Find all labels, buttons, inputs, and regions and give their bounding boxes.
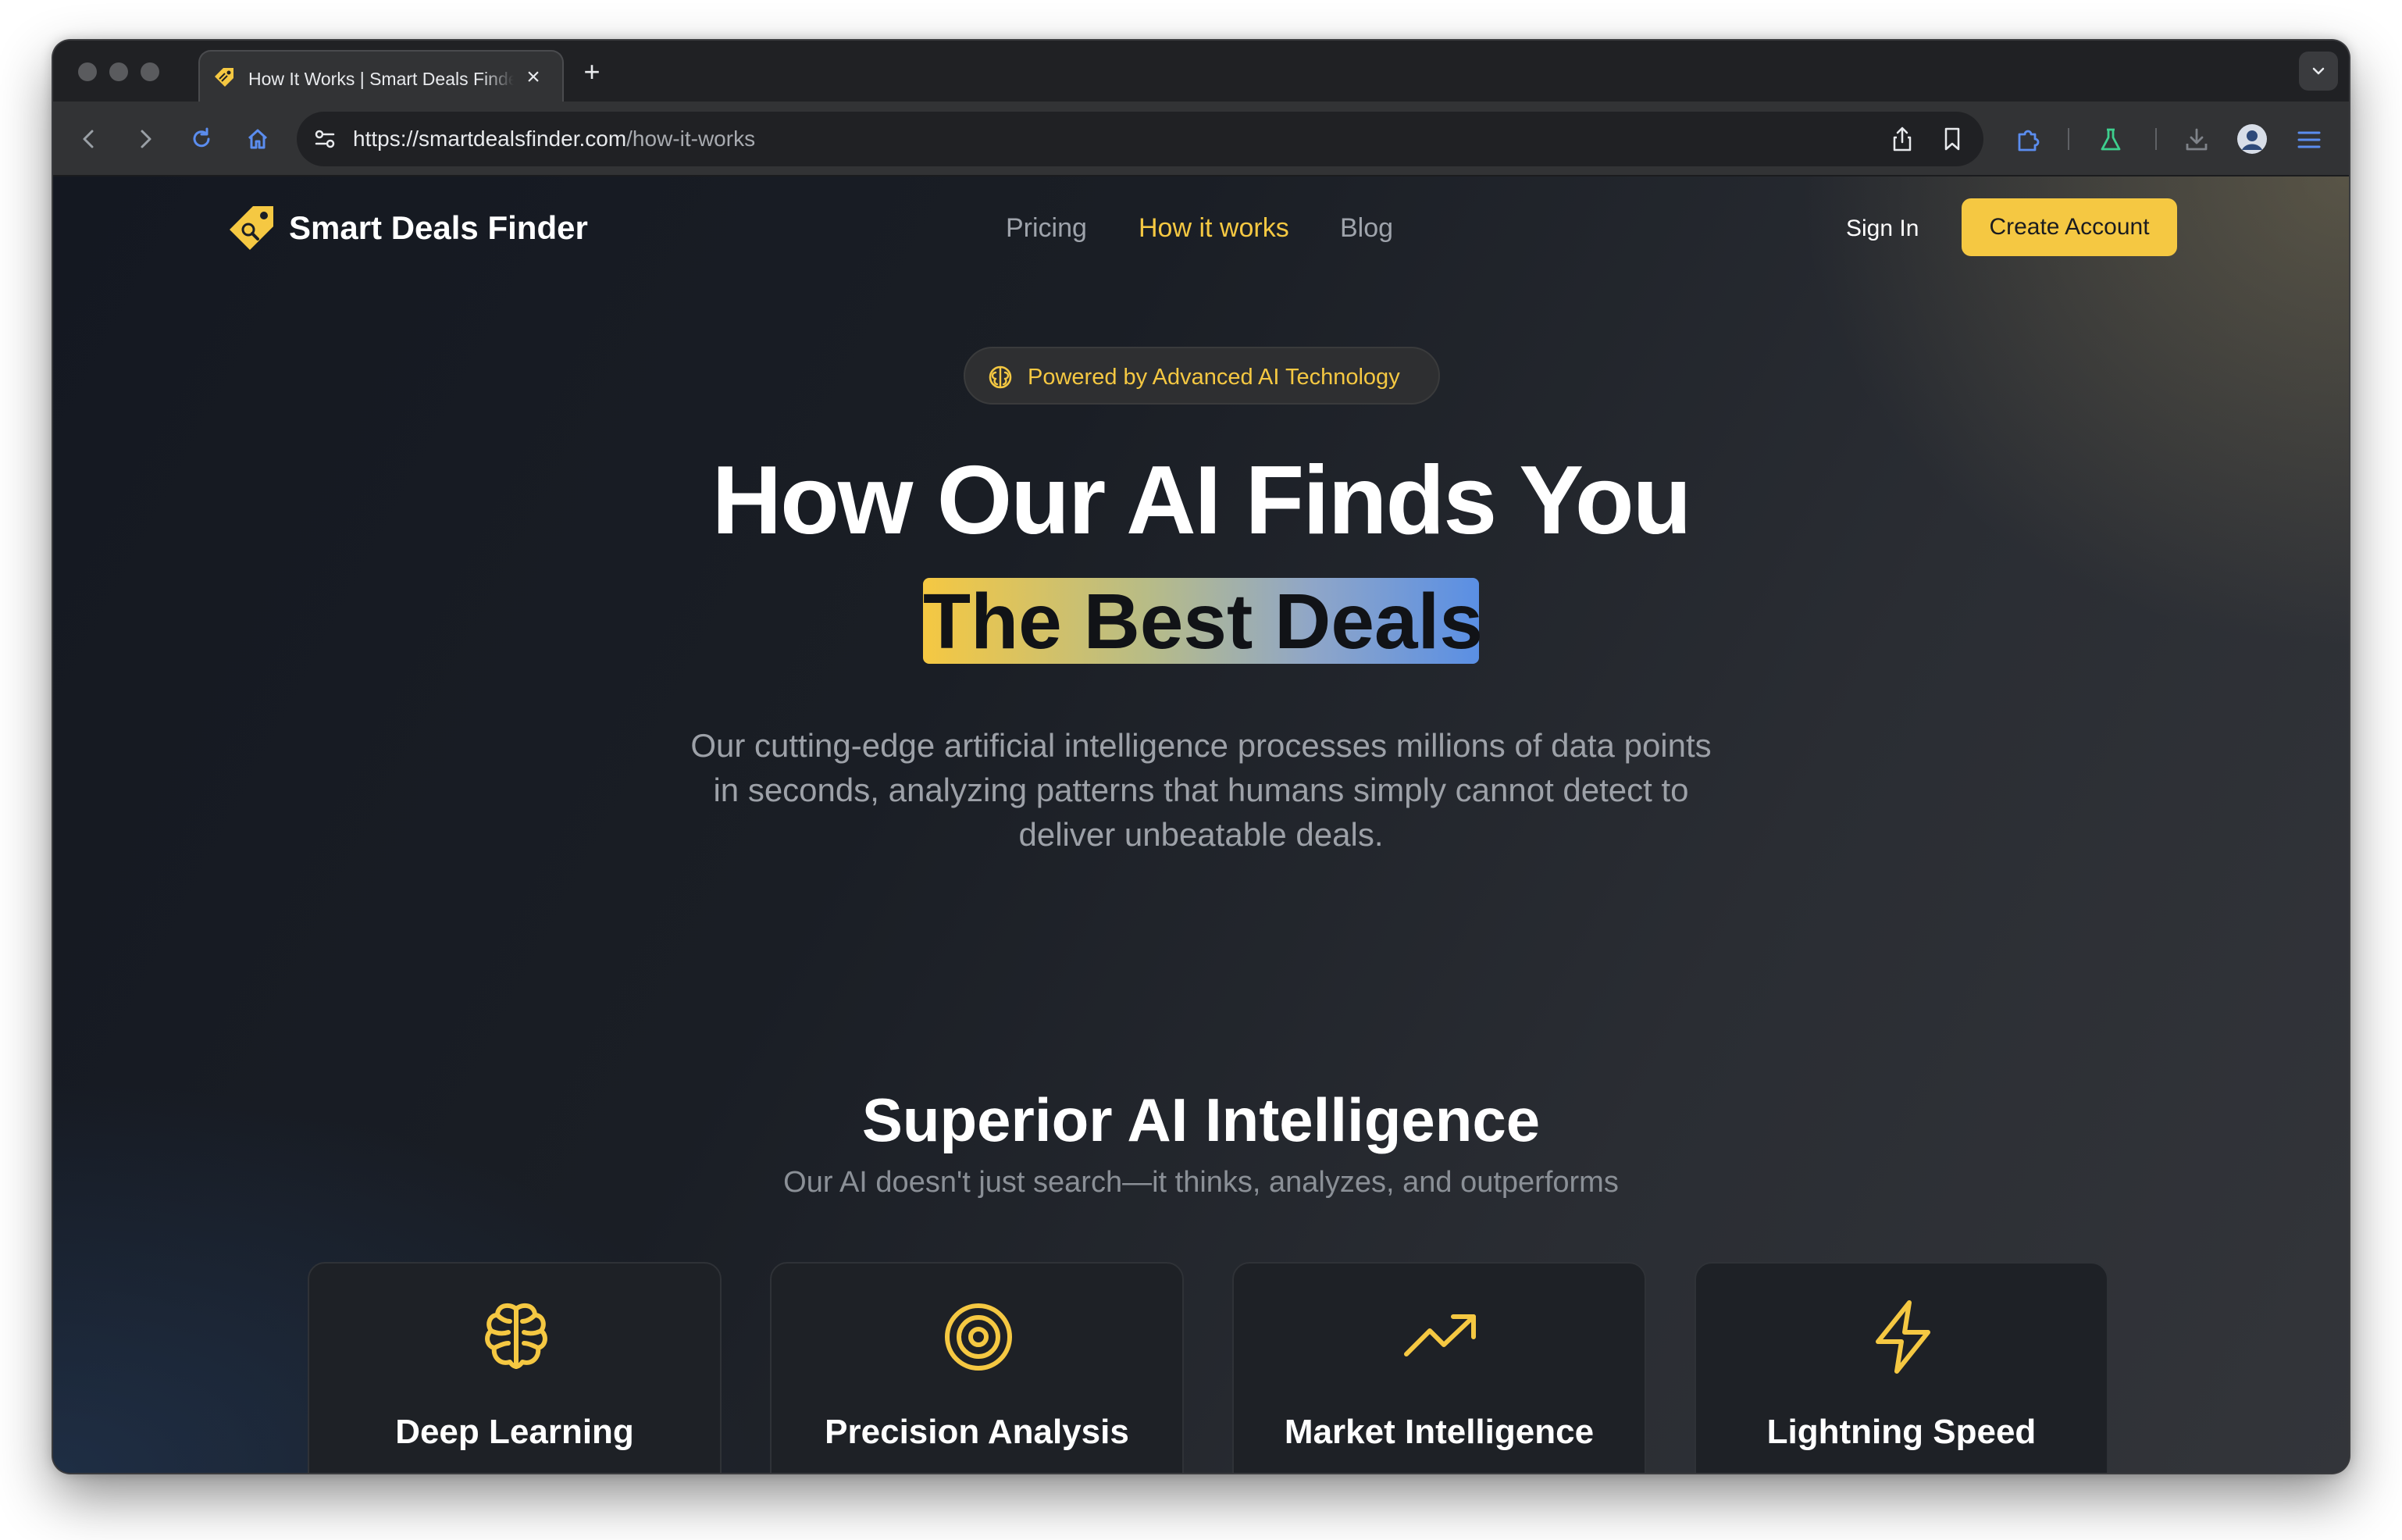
download-icon: [2186, 128, 2208, 151]
menu-icon: [2297, 131, 2321, 148]
sign-in-link[interactable]: Sign In: [1846, 212, 1919, 245]
nav-pricing[interactable]: Pricing: [1006, 211, 1087, 245]
ai-technology-badge: Powered by Advanced AI Technology: [964, 347, 1440, 405]
card-title: Lightning Speed: [1766, 1413, 2037, 1451]
lightning-icon: [1864, 1298, 1942, 1376]
chevron-down-icon: [2312, 67, 2325, 75]
share-icon[interactable]: [1888, 125, 1916, 153]
address-bar[interactable]: https://smartdealsfinder.com/how-it-work…: [297, 112, 1983, 166]
reload-button[interactable]: [183, 120, 220, 158]
toolbar-divider: [2155, 128, 2157, 150]
create-account-button[interactable]: Create Account: [1962, 198, 2177, 256]
feature-card-market-intelligence: Market Intelligence: [1232, 1262, 1646, 1473]
nav-blog[interactable]: Blog: [1340, 211, 1393, 245]
brain-icon: [987, 364, 1014, 390]
home-button[interactable]: [239, 120, 276, 158]
back-icon: [83, 130, 94, 148]
hero-subtitle: Our cutting-edge artificial intelligence…: [690, 727, 1712, 853]
trending-up-icon: [1402, 1298, 1480, 1376]
tab-search-button[interactable]: [2299, 52, 2338, 91]
url-text[interactable]: https://smartdealsfinder.com/how-it-work…: [353, 126, 755, 152]
features-subtitle: Our AI doesn't just search—it thinks, an…: [783, 1166, 1619, 1199]
badge-text: Powered by Advanced AI Technology: [1028, 365, 1400, 390]
reload-icon: [193, 127, 210, 148]
labs-icon: [2101, 128, 2121, 151]
brain-icon: [477, 1298, 555, 1376]
forward-icon: [141, 130, 151, 148]
card-title: Market Intelligence: [1284, 1413, 1595, 1451]
hero-title: How Our AI Finds You: [711, 447, 1692, 554]
labs-button[interactable]: [2091, 120, 2129, 158]
menu-button[interactable]: [2290, 120, 2327, 158]
browser-window: How It Works | Smart Deals Finder × + ht…: [53, 41, 2349, 1473]
tab-title: How It Works | Smart Deals Finder: [248, 69, 514, 89]
extensions-button[interactable]: [2008, 120, 2046, 158]
window-close-control[interactable]: [78, 62, 97, 81]
feature-card-deep-learning: Deep Learning: [308, 1262, 722, 1473]
target-icon: [939, 1298, 1017, 1376]
window-maximize-control[interactable]: [141, 62, 159, 81]
window-minimize-control[interactable]: [109, 62, 128, 81]
downloads-button[interactable]: [2177, 120, 2215, 158]
hero-highlight-title: The Best Deals: [923, 578, 1483, 665]
browser-toolbar: https://smartdealsfinder.com/how-it-work…: [53, 102, 2349, 176]
browser-tab[interactable]: How It Works | Smart Deals Finder ×: [198, 50, 564, 103]
bookmark-icon[interactable]: [1938, 125, 1966, 153]
url-path: /how-it-works: [626, 127, 756, 151]
nav-how-it-works[interactable]: How it works: [1139, 211, 1289, 245]
extensions-icon: [2018, 130, 2040, 152]
feature-card-lightning-speed: Lightning Speed: [1695, 1262, 2108, 1473]
tab-close-icon[interactable]: ×: [522, 66, 545, 89]
card-title: Precision Analysis: [825, 1413, 1129, 1451]
tag-logo-icon[interactable]: [226, 201, 278, 253]
profile-avatar[interactable]: [2233, 120, 2271, 158]
brand-name[interactable]: Smart Deals Finder: [289, 208, 588, 248]
feature-card-precision-analysis: Precision Analysis: [770, 1262, 1184, 1473]
web-page: Smart Deals Finder Pricing How it works …: [53, 176, 2349, 1473]
tab-strip: How It Works | Smart Deals Finder × +: [53, 41, 2349, 103]
tag-favicon-icon: [212, 66, 236, 89]
forward-button[interactable]: [127, 120, 164, 158]
features-title: Superior AI Intelligence: [861, 1085, 1541, 1154]
back-button[interactable]: [70, 120, 108, 158]
card-title: Deep Learning: [395, 1413, 634, 1451]
site-settings-icon[interactable]: [311, 125, 339, 153]
toolbar-divider: [2068, 128, 2069, 150]
home-icon: [248, 129, 268, 149]
new-tab-icon[interactable]: +: [576, 56, 608, 87]
url-host: https://smartdealsfinder.com: [353, 127, 627, 151]
